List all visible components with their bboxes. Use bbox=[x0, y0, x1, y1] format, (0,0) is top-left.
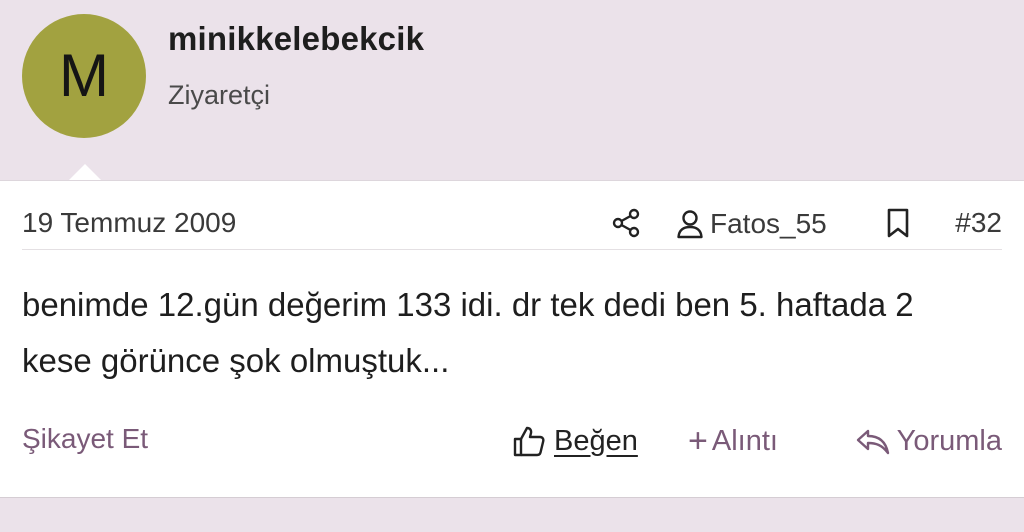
quoted-user-link[interactable]: Fatos_55 bbox=[676, 207, 827, 241]
quote-button[interactable]: + Alıntı bbox=[688, 421, 778, 461]
user-title: Ziyaretçi bbox=[168, 80, 271, 110]
user-header: M minikkelebekcik Ziyaretçi bbox=[0, 0, 1024, 180]
plus-icon: + bbox=[688, 422, 708, 460]
username[interactable]: minikkelebekcik bbox=[168, 20, 424, 58]
post-actions: Şikayet Et Beğen + Alıntı Yorumla bbox=[22, 421, 1002, 465]
reply-label: Yorumla bbox=[896, 424, 1002, 457]
quoted-username: Fatos_55 bbox=[710, 208, 827, 239]
user-icon bbox=[677, 210, 703, 239]
thumbs-up-icon bbox=[513, 426, 545, 457]
like-button[interactable]: Beğen bbox=[512, 421, 638, 461]
post-number[interactable]: #32 bbox=[955, 207, 1002, 239]
bookmark-icon[interactable] bbox=[884, 207, 912, 239]
reply-button[interactable]: Yorumla bbox=[855, 421, 1002, 461]
like-label: Beğen bbox=[554, 424, 638, 457]
share-icon[interactable] bbox=[610, 207, 642, 239]
report-link[interactable]: Şikayet Et bbox=[22, 423, 148, 455]
message-arrow bbox=[68, 164, 102, 181]
post-body: benimde 12.gün değerim 133 idi. dr tek d… bbox=[22, 286, 914, 379]
avatar[interactable]: M bbox=[22, 14, 146, 138]
post-card: 19 Temmuz 2009 Fatos_55 #32 benimde 12.g… bbox=[0, 180, 1024, 498]
quote-label: Alıntı bbox=[711, 424, 778, 457]
reply-icon bbox=[856, 429, 889, 455]
post-date[interactable]: 19 Temmuz 2009 bbox=[22, 207, 236, 239]
post-meta: 19 Temmuz 2009 Fatos_55 #32 bbox=[22, 199, 1002, 250]
